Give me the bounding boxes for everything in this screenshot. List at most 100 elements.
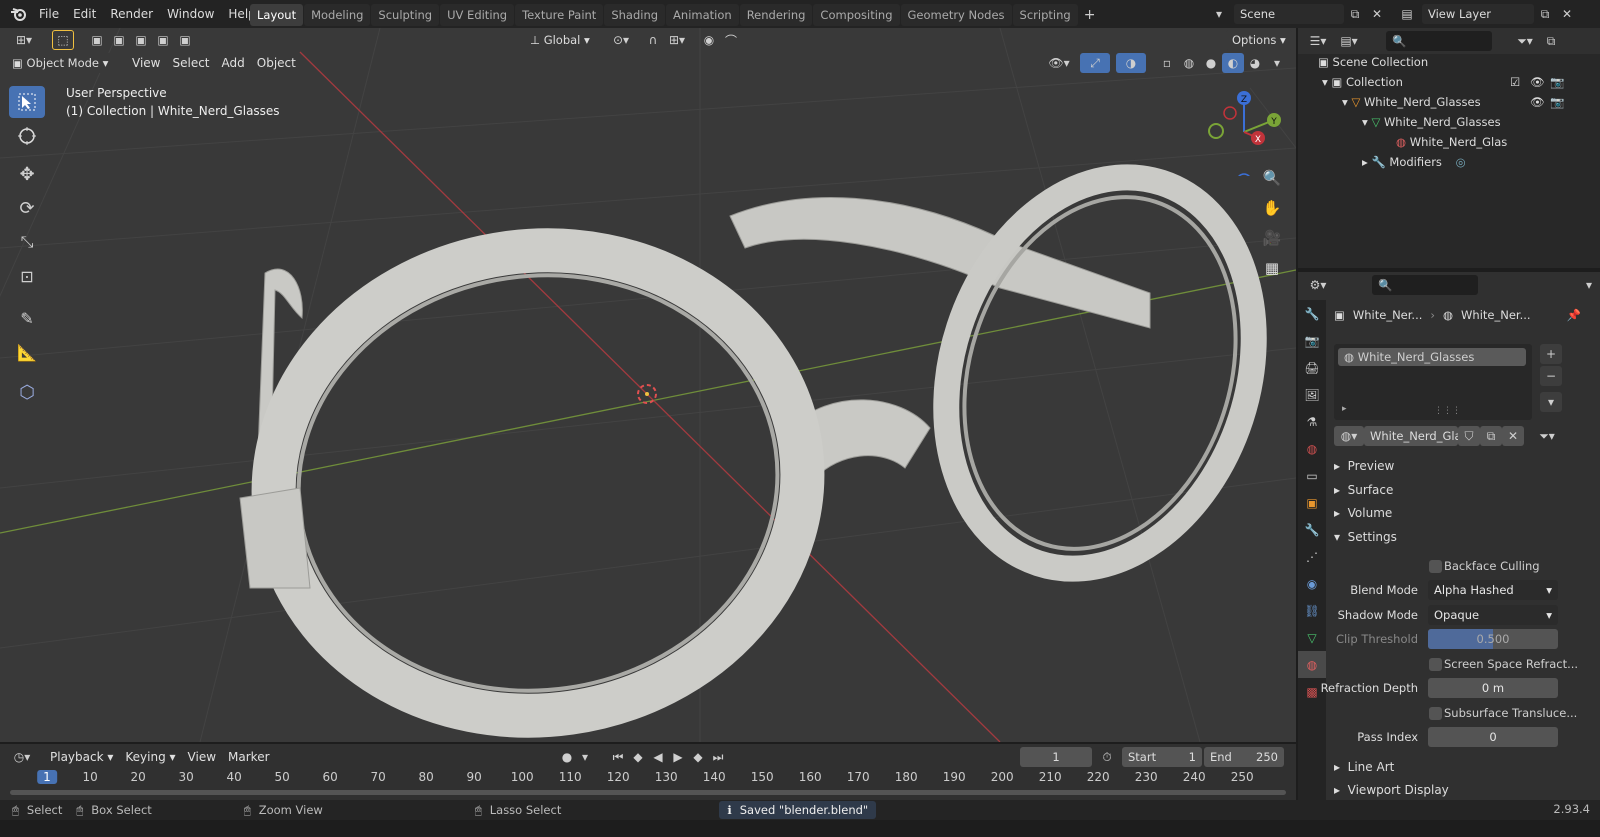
menu-edit[interactable]: Edit: [66, 3, 103, 25]
filter-icon[interactable]: ⏷▾: [1510, 31, 1540, 51]
scene-field[interactable]: Scene: [1234, 4, 1344, 24]
tab-sculpting[interactable]: Sculpting: [371, 4, 440, 26]
material-slot[interactable]: ◍ White_Nerd_Glasses: [1338, 348, 1526, 366]
snap-icon[interactable]: ∩: [642, 30, 664, 50]
panel-volume[interactable]: ▸ Volume: [1334, 502, 1392, 524]
proportional-edit-icon[interactable]: ◉: [698, 30, 720, 50]
select-box-tool[interactable]: [9, 86, 45, 118]
view-layer-tab-icon[interactable]: 🖼: [1298, 381, 1326, 408]
view-layer-field[interactable]: View Layer: [1422, 4, 1534, 24]
pin-icon[interactable]: 📌: [1567, 308, 1581, 322]
tab-modeling[interactable]: Modeling: [304, 4, 371, 26]
delete-scene-icon[interactable]: ✕: [1366, 4, 1388, 24]
rotate-tool[interactable]: ⟳: [9, 192, 45, 224]
browse-material-icon[interactable]: ◍▾: [1334, 426, 1364, 446]
camera-render-icon[interactable]: 📷: [1550, 72, 1564, 92]
screen-space-refraction-checkbox[interactable]: [1429, 658, 1442, 671]
properties-editor-icon[interactable]: ⚙▾: [1302, 275, 1334, 295]
panel-preview[interactable]: ▸ Preview: [1334, 455, 1394, 477]
new-view-layer-icon[interactable]: ⧉: [1534, 4, 1556, 24]
rendered-shading-icon[interactable]: ◕: [1244, 53, 1266, 73]
subsurface-translucency-checkbox[interactable]: [1429, 707, 1442, 720]
visibility-icon[interactable]: 👁▾: [1044, 53, 1074, 73]
tab-texture-paint[interactable]: Texture Paint: [515, 4, 604, 26]
outliner-row-scene-collection[interactable]: ▣ Scene Collection: [1318, 52, 1428, 72]
outliner-row-modifiers[interactable]: ▸ 🔧 Modifiers ◎: [1362, 152, 1466, 172]
fake-user-icon[interactable]: ⛉: [1458, 426, 1480, 446]
cursor-tool[interactable]: [9, 120, 45, 152]
menu-render[interactable]: Render: [103, 3, 160, 25]
viewport-menu-select[interactable]: Select: [166, 53, 215, 73]
tab-rendering[interactable]: Rendering: [739, 4, 813, 26]
outliner-row-mesh[interactable]: ▾ ▽ White_Nerd_Glasses: [1362, 112, 1501, 132]
outliner-search-input[interactable]: 🔍: [1386, 31, 1492, 51]
pan-hand-icon[interactable]: ✋: [1258, 194, 1286, 222]
backface-culling-checkbox[interactable]: [1429, 560, 1442, 573]
slot-specials-icon[interactable]: ▾: [1540, 392, 1562, 412]
grid-perspective-icon[interactable]: ▦: [1258, 254, 1286, 282]
viewport-menu-object[interactable]: Object: [251, 53, 302, 73]
falloff-icon[interactable]: ⌒: [720, 30, 742, 50]
collection-tab-icon[interactable]: ▭: [1298, 462, 1326, 489]
list-resize-handle[interactable]: ⋮⋮⋮: [1434, 406, 1461, 416]
refraction-depth-field[interactable]: 0 m: [1428, 678, 1558, 698]
editor-type-icon[interactable]: ⊞▾: [6, 30, 42, 50]
select-invert-icon[interactable]: ▣: [152, 30, 174, 50]
tab-scripting[interactable]: Scripting: [1012, 4, 1078, 26]
zoom-icon[interactable]: 🔍: [1258, 164, 1286, 192]
select-extend-icon[interactable]: ▣: [108, 30, 130, 50]
viewport-menu-add[interactable]: Add: [216, 53, 251, 73]
outliner-row-material[interactable]: ◍ White_Nerd_Glas: [1396, 132, 1507, 152]
transform-orientation-dropdown[interactable]: ⊥ Global ▾: [524, 30, 602, 50]
xray-icon[interactable]: ▫: [1156, 53, 1178, 73]
output-tab-icon[interactable]: 🖨: [1298, 354, 1326, 381]
snap-target-icon[interactable]: ⊞▾: [664, 30, 690, 50]
panel-settings[interactable]: ▾ Settings: [1334, 526, 1397, 548]
object-tab-icon[interactable]: ▣: [1298, 489, 1326, 516]
list-expand-icon[interactable]: ▸: [1342, 404, 1347, 414]
render-tab-icon[interactable]: 📷: [1298, 327, 1326, 354]
eye-icon[interactable]: 👁: [1530, 72, 1545, 92]
pivot-point-icon[interactable]: ⊙▾: [606, 30, 636, 50]
select-subtract-icon[interactable]: ▣: [130, 30, 152, 50]
modifier-tab-icon[interactable]: 🔧: [1298, 516, 1326, 543]
panel-viewport-display[interactable]: ▸ Viewport Display: [1334, 779, 1449, 801]
material-name-field[interactable]: White_Nerd_Gla...: [1364, 426, 1473, 446]
pass-index-field[interactable]: 0: [1428, 727, 1558, 747]
options-dropdown[interactable]: Options ▾: [1226, 30, 1292, 50]
tab-compositing[interactable]: Compositing: [813, 4, 900, 26]
new-collection-icon[interactable]: ⧉: [1540, 31, 1562, 51]
menu-file[interactable]: File: [32, 3, 66, 25]
tab-geometry-nodes[interactable]: Geometry Nodes: [900, 4, 1012, 26]
scale-tool[interactable]: ⤡: [9, 226, 45, 258]
gizmo-toggle-icon[interactable]: ⤢: [1080, 53, 1110, 73]
panel-line-art[interactable]: ▸ Line Art: [1334, 756, 1394, 778]
remove-slot-icon[interactable]: −: [1540, 366, 1562, 386]
outliner-row-collection[interactable]: ▾ ▣ Collection ☑ 👁 📷: [1322, 72, 1596, 92]
tab-uv-editing[interactable]: UV Editing: [440, 4, 515, 26]
material-shading-icon[interactable]: ◐: [1222, 53, 1244, 73]
timeline-scrollbar[interactable]: [10, 790, 1286, 795]
material-tab-icon[interactable]: ◍: [1298, 651, 1326, 678]
particles-tab-icon[interactable]: ⋰: [1298, 543, 1326, 570]
navigation-gizmo[interactable]: Z Y X: [1200, 86, 1290, 176]
measure-tool[interactable]: 📐: [9, 336, 45, 368]
display-mode-icon[interactable]: ▤▾: [1334, 31, 1364, 51]
duplicate-material-icon[interactable]: ⧉: [1480, 426, 1502, 446]
blend-mode-dropdown[interactable]: Alpha Hashed ▾: [1428, 580, 1558, 600]
delete-view-layer-icon[interactable]: ✕: [1556, 4, 1578, 24]
blender-logo-icon[interactable]: [6, 4, 32, 24]
mode-dropdown[interactable]: ▣ Object Mode ▾: [6, 53, 118, 73]
new-scene-icon[interactable]: ⧉: [1344, 4, 1366, 24]
wireframe-shading-icon[interactable]: ◍: [1178, 53, 1200, 73]
world-tab-icon[interactable]: ◍: [1298, 435, 1326, 462]
overlay-toggle-icon[interactable]: ◑: [1116, 53, 1146, 73]
camera-icon[interactable]: 🎥: [1258, 224, 1286, 252]
annotate-tool[interactable]: ✎: [9, 302, 45, 334]
tab-shading[interactable]: Shading: [604, 4, 666, 26]
shading-options-icon[interactable]: ▾: [1266, 53, 1288, 73]
current-frame-marker[interactable]: 1: [37, 770, 57, 784]
node-link-icon[interactable]: ⏷▾: [1532, 426, 1562, 446]
camera-render-icon[interactable]: 📷: [1550, 92, 1564, 112]
unlink-material-icon[interactable]: ✕: [1502, 426, 1524, 446]
